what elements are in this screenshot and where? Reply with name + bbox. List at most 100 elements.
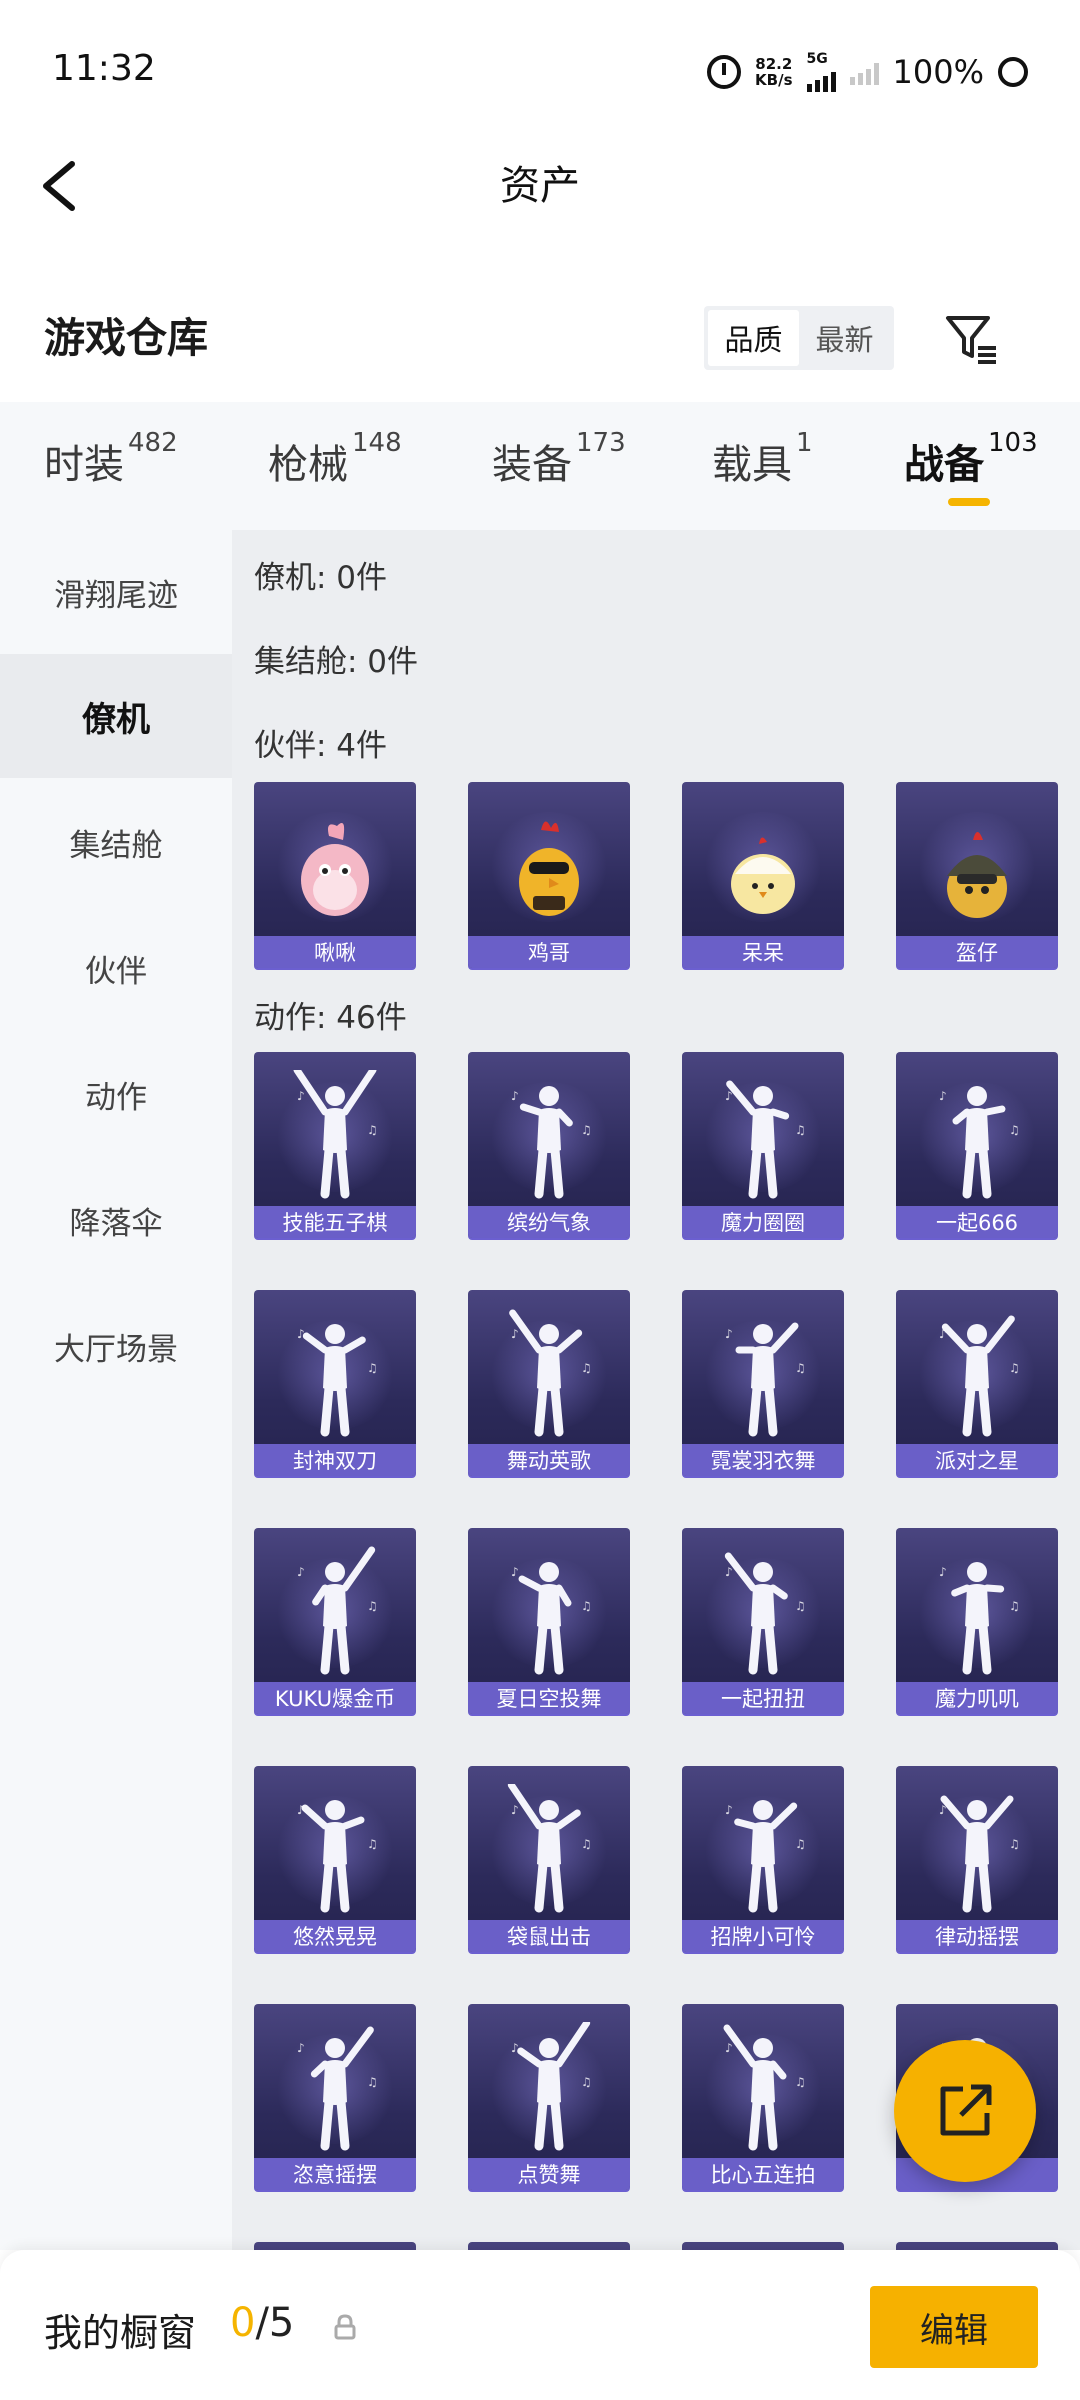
sidebar-item-emote[interactable]: 动作 [0, 1032, 232, 1156]
card-label: 比心五连拍 [682, 2158, 844, 2190]
network-type: 5G [806, 51, 828, 67]
companion-kuizai-image [947, 832, 1007, 918]
card-label: KUKU爆金币 [254, 1682, 416, 1714]
dancer-silhouette-icon: ♪♫ [509, 1309, 592, 1437]
svg-text:♪: ♪ [511, 2041, 519, 2055]
status-bar: 11:32 82.2 KB/s 5G 100% [0, 0, 1080, 140]
emote-card[interactable]: ♪ ♫ 夏日空投舞 [468, 1528, 630, 1714]
signal-icon [806, 66, 836, 92]
svg-text:♪: ♪ [725, 2041, 733, 2055]
companion-card[interactable]: 鸡哥 [468, 782, 630, 968]
svg-text:♪: ♪ [297, 1089, 305, 1103]
card-label: 魔力叽叽 [896, 1682, 1058, 1714]
emote-card[interactable]: ♪ ♫ 舞动英歌 [468, 1290, 630, 1476]
emote-card[interactable]: ♪ ♫ KUKU爆金币 [254, 1528, 416, 1714]
svg-text:♪: ♪ [297, 2041, 305, 2055]
tab-guns[interactable]: 枪械 148 [268, 428, 402, 490]
emote-card[interactable]: ♪ ♫ 霓裳羽衣舞 [682, 1290, 844, 1476]
companion-card[interactable]: 盔仔 [896, 782, 1058, 968]
card-label: 技能五子棋 [254, 1206, 416, 1238]
emote-card[interactable]: ♪ ♫ 魔力圈圈 [682, 1052, 844, 1238]
section-capsule: 集结舱: 0件 [254, 644, 419, 680]
emote-card[interactable]: ♪ ♫ 律动摇摆 [896, 1766, 1058, 1952]
emote-card[interactable]: ♪ ♫ 比心五连拍 [682, 2004, 844, 2190]
share-icon [940, 2084, 992, 2136]
card-label: 一起666 [896, 1206, 1058, 1238]
net-speed-unit: KB/s [755, 71, 793, 89]
dancer-silhouette-icon: ♪♫ [939, 1562, 1020, 1675]
svg-text:♫: ♫ [581, 1599, 592, 1613]
lock-icon [334, 2314, 356, 2340]
tab-fashion[interactable]: 时装 482 [44, 428, 178, 490]
svg-text:♫: ♫ [795, 1123, 806, 1137]
sort-quality[interactable]: 品质 [708, 310, 799, 366]
dancer-silhouette-icon: ♪♫ [939, 1315, 1020, 1437]
emote-card[interactable]: ♪ ♫ 一起扭扭 [682, 1528, 844, 1714]
tab-count: 173 [576, 428, 626, 458]
dancer-silhouette-icon: ♪♫ [297, 1324, 378, 1437]
emote-card[interactable]: ♪ ♫ 魔力叽叽 [896, 1528, 1058, 1714]
companion-jiujiu-image [301, 823, 369, 916]
tab-label: 战备 [904, 442, 984, 488]
svg-text:♫: ♫ [581, 1837, 592, 1851]
svg-text:♫: ♫ [581, 1123, 592, 1137]
dancer-silhouette-icon: ♪♫ [723, 2024, 806, 2151]
card-label: 恣意摇摆 [254, 2158, 416, 2190]
svg-text:♪: ♪ [725, 1089, 733, 1103]
emote-card[interactable]: ♪♫ [254, 2242, 416, 2250]
emote-card[interactable]: ♪ ♫ 招牌小可怜 [682, 1766, 844, 1952]
tab-equipment[interactable]: 装备 173 [492, 428, 626, 490]
card-label: 霓裳羽衣舞 [682, 1444, 844, 1476]
tab-vehicles[interactable]: 载具 1 [712, 428, 813, 490]
card-label: 袋鼠出击 [468, 1920, 630, 1952]
dancer-silhouette-icon: ♪♫ [939, 1086, 1020, 1199]
share-button[interactable] [894, 2040, 1036, 2182]
dancer-silhouette-icon: ♪♫ [725, 1080, 806, 1199]
card-label: 悠然晃晃 [254, 1920, 416, 1952]
svg-text:♪: ♪ [511, 1327, 519, 1341]
svg-text:♫: ♫ [367, 2075, 378, 2089]
dancer-silhouette-icon: ♪♫ [511, 2022, 592, 2151]
emote-card[interactable]: ♪ ♫ 派对之星 [896, 1290, 1058, 1476]
svg-text:♪: ♪ [511, 1565, 519, 1579]
tab-label: 载具 [712, 442, 792, 488]
svg-text:♫: ♫ [1009, 1123, 1020, 1137]
sort-newest[interactable]: 最新 [799, 310, 890, 366]
svg-text:♫: ♫ [367, 1837, 378, 1851]
edit-button[interactable]: 编辑 [870, 2286, 1038, 2368]
dancer-silhouette-icon: ♪♫ [511, 1562, 592, 1675]
dancer-silhouette-icon: ♪♫ [297, 1800, 378, 1913]
emote-card[interactable]: ♪ ♫ 封神双刀 [254, 1290, 416, 1476]
card-label: 点赞舞 [468, 2158, 630, 2190]
sidebar-item-capsule[interactable]: 集结舱 [0, 780, 232, 904]
svg-text:♫: ♫ [795, 2075, 806, 2089]
card-label: 一起扭扭 [682, 1682, 844, 1714]
emote-card[interactable]: ♪ ♫ 技能五子棋 [254, 1052, 416, 1238]
sidebar-item-companion[interactable]: 伙伴 [0, 906, 232, 1030]
sidebar-item-glide-trail[interactable]: 滑翔尾迹 [0, 530, 232, 654]
sidebar-item-wingman[interactable]: 僚机 [0, 654, 232, 778]
filter-icon[interactable] [944, 312, 1000, 364]
emote-card[interactable]: ♪ ♫ 一起666 [896, 1052, 1058, 1238]
sidebar-item-lobby-scene[interactable]: 大厅场景 [0, 1284, 232, 1408]
companion-jige-image [519, 821, 579, 916]
companion-card[interactable]: 呆呆 [682, 782, 844, 968]
emote-card[interactable]: ♪ ♫ 恣意摇摆 [254, 2004, 416, 2190]
emote-card[interactable]: ♪♫ [896, 2242, 1058, 2250]
svg-text:♫: ♫ [1009, 1599, 1020, 1613]
sidebar-item-parachute[interactable]: 降落伞 [0, 1158, 232, 1282]
card-label: 舞动英歌 [468, 1444, 630, 1476]
dancer-silhouette-icon: ♪♫ [511, 1086, 592, 1199]
emote-card[interactable]: ♪ ♫ 点赞舞 [468, 2004, 630, 2190]
tab-battle-prep[interactable]: 战备 103 [904, 428, 1038, 490]
emote-card[interactable]: ♪ ♫ 悠然晃晃 [254, 1766, 416, 1952]
tab-label: 枪械 [268, 442, 348, 488]
companion-card[interactable]: 啾啾 [254, 782, 416, 968]
emote-card[interactable]: ♪ ♫ 袋鼠出击 [468, 1766, 630, 1952]
emote-card[interactable]: ♪♫ [468, 2242, 630, 2250]
showcase-label: 我的橱窗 [44, 2311, 197, 2355]
emote-card[interactable]: ♪ ♫ 缤纷气象 [468, 1052, 630, 1238]
svg-text:♪: ♪ [725, 1803, 733, 1817]
emote-card[interactable]: ♪♫ [682, 2242, 844, 2250]
svg-text:♪: ♪ [297, 1803, 305, 1817]
